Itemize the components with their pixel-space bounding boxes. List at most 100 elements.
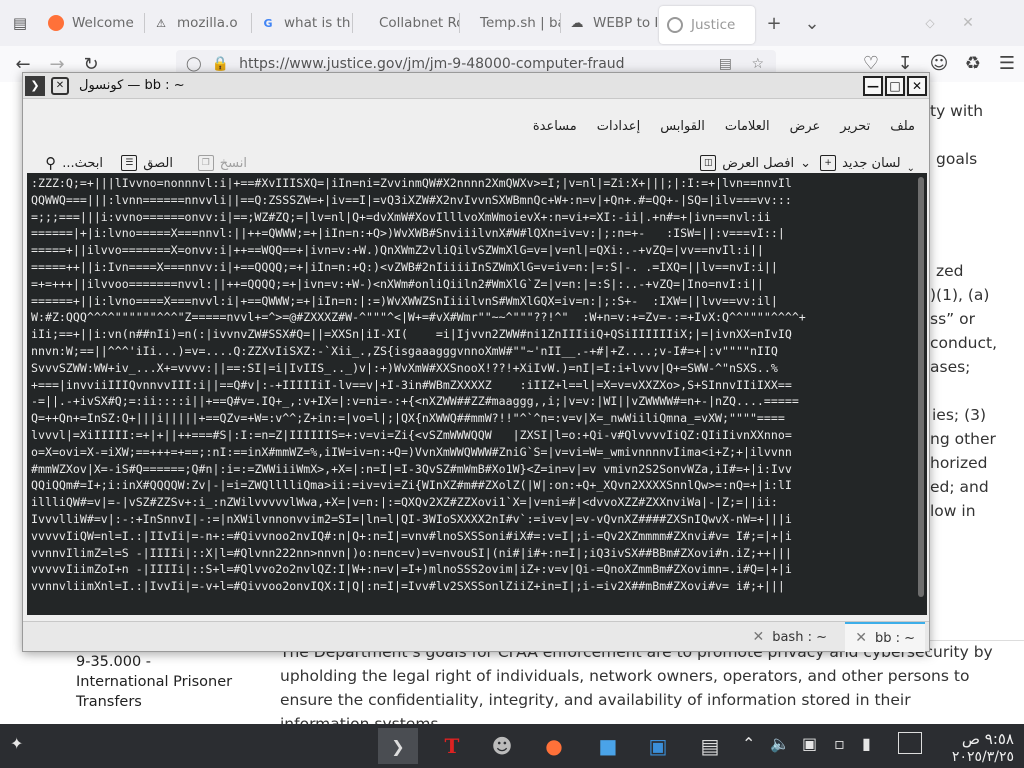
page-fragment: horized: [930, 454, 988, 472]
terminal-text: :ZZZ:Q;=+|||lIvvno=nonnnvl:i|+==#XvIIISX…: [31, 176, 806, 594]
terminal-output[interactable]: :ZZZ:Q;=+|||lIvvno=nonnnvl:i|+==#XvIIISX…: [27, 173, 915, 615]
chevron-down-icon[interactable]: ⌄: [793, 0, 831, 46]
konsole-menu-bar: ملف تحرير عرض العلامات القوابس إعدادات م…: [23, 111, 929, 141]
store-icon[interactable]: ▣: [638, 728, 678, 764]
page-fragment: conduct,: [930, 334, 998, 352]
find-label: ...ابحث: [62, 155, 103, 171]
new-tab-label: لسان جديد: [842, 155, 901, 171]
sidebar-link-prisoner-transfers[interactable]: 9-35.000 - International Prisoner Transf…: [76, 652, 232, 712]
page-fragment: ases;: [930, 358, 971, 376]
tab-label: Justice: [691, 17, 736, 33]
page-fragment: ng other: [930, 430, 996, 448]
chevron-down-icon: ⌄: [800, 155, 811, 171]
tab-label: what is th: [284, 15, 351, 31]
tab-label: mozilla.o: [177, 15, 238, 31]
close-button[interactable]: ✕: [907, 76, 927, 96]
lock-icon: 🔒: [211, 56, 230, 72]
menu-file[interactable]: ملف: [890, 119, 915, 134]
clock[interactable]: ٩:٥٨ ص ٢٠٢٥/٣/٢٥: [952, 730, 1014, 766]
new-tab-button[interactable]: +: [755, 0, 793, 46]
firefox-icon[interactable]: ●: [534, 728, 574, 764]
tab-list-icon[interactable]: ▤: [0, 0, 40, 46]
files-icon[interactable]: ■: [588, 728, 628, 764]
page-fragment: ty with: [930, 102, 984, 120]
cloud-icon: ☁: [570, 15, 584, 31]
split-view-icon: ◫: [700, 155, 717, 171]
split-view-label: افصل العرض: [722, 155, 795, 171]
sidebar-link-line: 9-35.000 -: [76, 654, 152, 670]
page-fragment: low in: [930, 502, 976, 520]
konsole-title-bar[interactable]: ❯ ✕ كونسول — bb : ~ — □ ✕: [23, 73, 929, 99]
konsole-app-icon: ❯: [25, 75, 45, 96]
minimize-icon[interactable]: ◇: [911, 0, 949, 46]
bookmark-star-icon[interactable]: ☆: [751, 56, 764, 72]
browser-tab-webp[interactable]: ☁ WEBP to I: [561, 0, 659, 46]
reader-view-icon[interactable]: ▤: [719, 56, 732, 72]
page-fragment: ss” or: [930, 310, 975, 328]
clock-time: ٩:٥٨ ص: [961, 730, 1014, 748]
tab-label: Collabnet Ro: [379, 15, 459, 31]
tab-bb[interactable]: ✕ bb : ~: [845, 622, 925, 652]
menu-plugins[interactable]: القوابس: [660, 119, 705, 134]
minimize-button[interactable]: —: [863, 76, 883, 96]
accessibility-icon[interactable]: ✦: [10, 734, 23, 753]
menu-help[interactable]: مساعدة: [533, 119, 577, 134]
sidebar-link-line: International Prisoner: [76, 674, 233, 690]
paste-icon: ☰: [121, 155, 138, 171]
copy-icon: ❐: [197, 155, 214, 171]
konsole-icon[interactable]: ❯: [378, 728, 418, 764]
page-fragment: goals: [936, 150, 978, 168]
volume-muted-icon[interactable]: 🔈: [770, 734, 790, 753]
pin-icon[interactable]: ✕: [51, 76, 69, 95]
terminal-scrollbar[interactable]: [915, 173, 927, 615]
new-tab-icon: +: [820, 155, 837, 171]
konsole-tab-bar: ✕ bash : ~ ✕ bb : ~: [23, 621, 929, 652]
browser-tab-bar: ▤ Welcome ⚠ mozilla.o G what is th Colla…: [0, 0, 1024, 46]
clipboard-icon[interactable]: ▫: [834, 734, 845, 753]
gimp-icon[interactable]: ☻: [482, 728, 522, 764]
page-fragment: )(1), (a): [930, 286, 990, 304]
sidebar-link-line: Transfers: [76, 694, 142, 710]
display-icon[interactable]: ▣: [802, 734, 817, 753]
browser-tab-justice[interactable]: Justice: [659, 6, 755, 44]
menu-view[interactable]: عرض: [790, 119, 821, 134]
chevron-up-icon[interactable]: ⌃: [742, 734, 755, 753]
seal-icon: [667, 17, 683, 33]
close-icon[interactable]: ✕: [949, 0, 987, 46]
battery-icon[interactable]: ▮: [862, 734, 871, 753]
tab-label: Temp.sh | ba: [480, 15, 560, 31]
menu-icon[interactable]: ☰: [990, 46, 1024, 80]
warning-icon: ⚠: [156, 16, 166, 30]
browser-tab-collabnet[interactable]: Collabnet Ro: [353, 0, 459, 46]
extensions-icon[interactable]: ♻: [956, 46, 990, 80]
search-icon: ⚲: [45, 154, 57, 172]
browser-tab-mozilla[interactable]: ⚠ mozilla.o: [145, 0, 251, 46]
url-text: https://www.justice.gov/jm/jm-9-48000-co…: [239, 56, 625, 72]
browser-tab-google[interactable]: G what is th: [252, 0, 352, 46]
show-desktop-icon[interactable]: [898, 732, 922, 754]
shield-icon: ◯: [186, 56, 202, 72]
scrollbar-thumb[interactable]: [918, 177, 924, 597]
menu-settings[interactable]: إعدادات: [597, 119, 640, 134]
text-editor-icon[interactable]: T: [432, 728, 472, 764]
clock-date: ٢٠٢٥/٣/٢٥: [951, 749, 1014, 765]
settings-icon[interactable]: ▤: [690, 728, 730, 764]
close-tab-icon[interactable]: ✕: [855, 630, 867, 646]
menu-bookmarks[interactable]: العلامات: [725, 119, 770, 134]
page-fragment: ed; and: [930, 478, 989, 496]
maximize-button[interactable]: □: [885, 76, 905, 96]
taskbar: ✦ ❯ T ☻ ● ■ ▣ ▤ ⌃ 🔈 ▣ ▫ ▮ ٩:٥٨ ص ٢٠٢٥/٣/…: [0, 724, 1024, 768]
close-tab-icon[interactable]: ✕: [752, 629, 764, 645]
browser-tab-welcome[interactable]: Welcome: [40, 0, 144, 46]
menu-edit[interactable]: تحرير: [840, 119, 870, 134]
google-icon: G: [263, 16, 273, 30]
window-title: كونسول — bb : ~: [79, 78, 185, 93]
page-fragment: ies; (3): [932, 406, 987, 424]
tab-label: bb : ~: [874, 630, 915, 646]
browser-tab-temp[interactable]: Temp.sh | ba: [460, 0, 560, 46]
tab-bash[interactable]: ✕ bash : ~: [742, 622, 837, 652]
body-paragraph: The Department’s goals for CFAA enforcem…: [280, 643, 993, 733]
tab-label: bash : ~: [772, 629, 827, 645]
tab-label: Welcome: [72, 15, 134, 31]
chevron-down-icon: ⌄: [906, 162, 915, 174]
